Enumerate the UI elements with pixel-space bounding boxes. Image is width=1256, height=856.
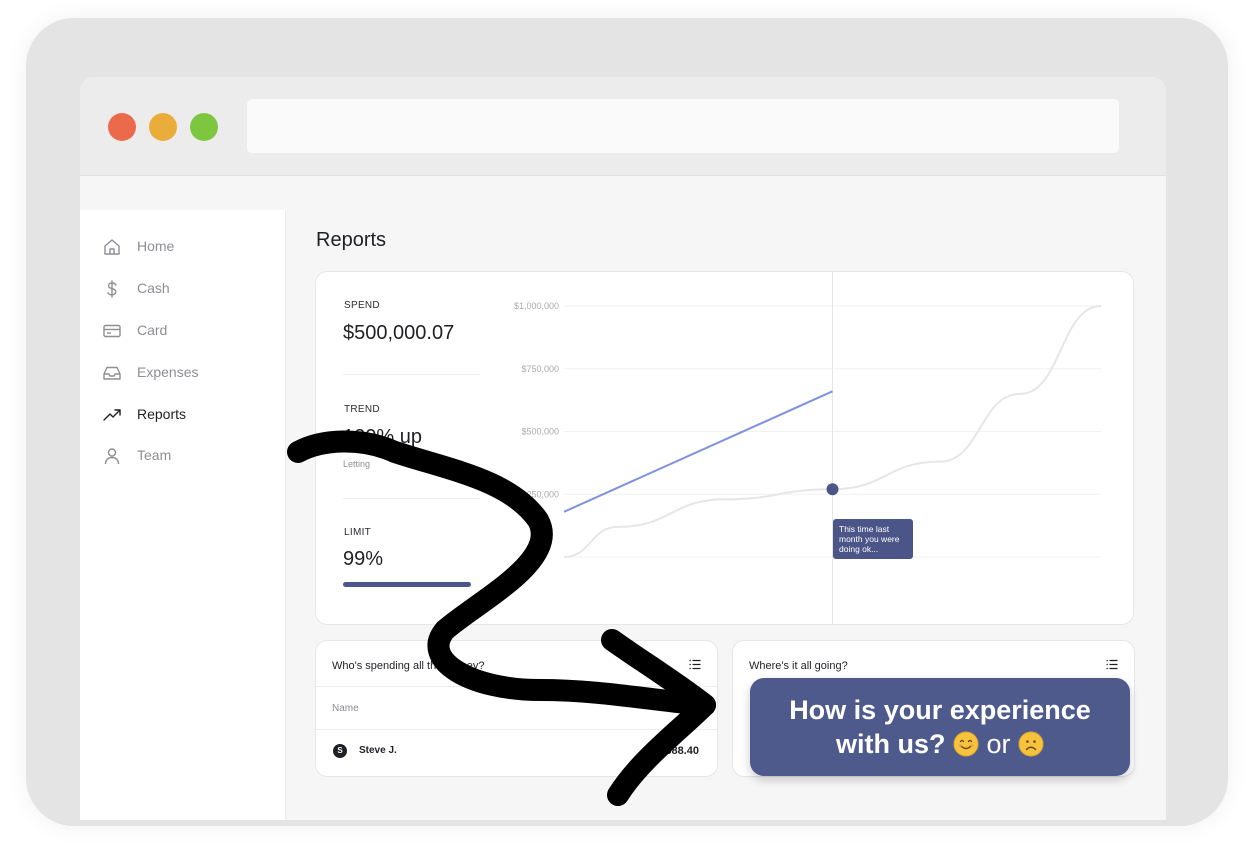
- sidebar-item-cash[interactable]: Cash: [80, 271, 285, 307]
- minimize-window-button[interactable]: [149, 113, 177, 141]
- table-divider: [316, 729, 717, 730]
- table-divider: [316, 686, 717, 687]
- sidebar-item-label: Home: [137, 238, 175, 254]
- spend-line-chart: $1,000,000 $750,000 $500,000 $250,000: [514, 272, 1102, 624]
- highlight-point[interactable]: [826, 483, 839, 496]
- page-title: Reports: [316, 229, 387, 251]
- title-bar: [80, 77, 1166, 176]
- sidebar: Home Cash Card Expenses Reports Team: [80, 210, 286, 820]
- person-name: Steve J.: [359, 745, 397, 756]
- sidebar-item-label: Expenses: [137, 364, 199, 380]
- card-icon: [103, 324, 121, 338]
- sidebar-item-team[interactable]: Team: [80, 438, 285, 474]
- y-tick-label: $750,000: [521, 364, 559, 374]
- feedback-or: or: [986, 729, 1011, 759]
- list-icon[interactable]: [1106, 659, 1118, 670]
- sidebar-item-label: Card: [137, 322, 168, 338]
- list-icon[interactable]: [689, 659, 701, 670]
- address-bar[interactable]: [246, 98, 1120, 154]
- sidebar-item-home[interactable]: Home: [80, 229, 285, 265]
- dollar-icon: [107, 280, 117, 298]
- spend-amount: $388.40: [659, 745, 699, 757]
- panel-title: Who's spending all the money?: [332, 660, 485, 672]
- feedback-prompt[interactable]: How is your experience with us? or: [750, 678, 1130, 776]
- series-line-this-month: [563, 390, 833, 513]
- y-tick-label: $250,000: [521, 489, 559, 499]
- frowning-face-icon[interactable]: [1018, 731, 1044, 757]
- panel-title: Where's it all going?: [749, 660, 848, 672]
- y-tick-label: $500,000: [521, 427, 559, 437]
- spenders-panel: Who's spending all the money? Name S Ste…: [315, 640, 718, 777]
- feedback-line-2: with us? or: [750, 727, 1130, 761]
- feedback-question: with us?: [835, 729, 946, 759]
- chart-tooltip: This time last month you were doing ok..…: [833, 519, 913, 559]
- sidebar-item-label: Cash: [137, 280, 170, 296]
- avatar: S: [333, 744, 347, 758]
- column-header-name: Name: [332, 703, 359, 714]
- home-icon: [104, 239, 120, 255]
- y-tick-label: $1,000,000: [514, 301, 559, 311]
- sidebar-item-reports[interactable]: Reports: [80, 397, 285, 433]
- feedback-line-1: How is your experience: [789, 695, 1091, 725]
- sidebar-item-card[interactable]: Card: [80, 313, 285, 349]
- inbox-icon: [103, 366, 121, 380]
- sidebar-item-label: Team: [137, 447, 172, 463]
- maximize-window-button[interactable]: [190, 113, 218, 141]
- user-icon: [104, 448, 120, 465]
- sidebar-item-expenses[interactable]: Expenses: [80, 355, 285, 391]
- sidebar-item-label: Reports: [137, 406, 187, 422]
- trending-up-icon: [103, 409, 121, 421]
- close-window-button[interactable]: [108, 113, 136, 141]
- spend-report-card: SPEND $500,000.07 TREND 120% up Letting …: [315, 271, 1134, 625]
- smiling-face-icon[interactable]: [953, 731, 979, 757]
